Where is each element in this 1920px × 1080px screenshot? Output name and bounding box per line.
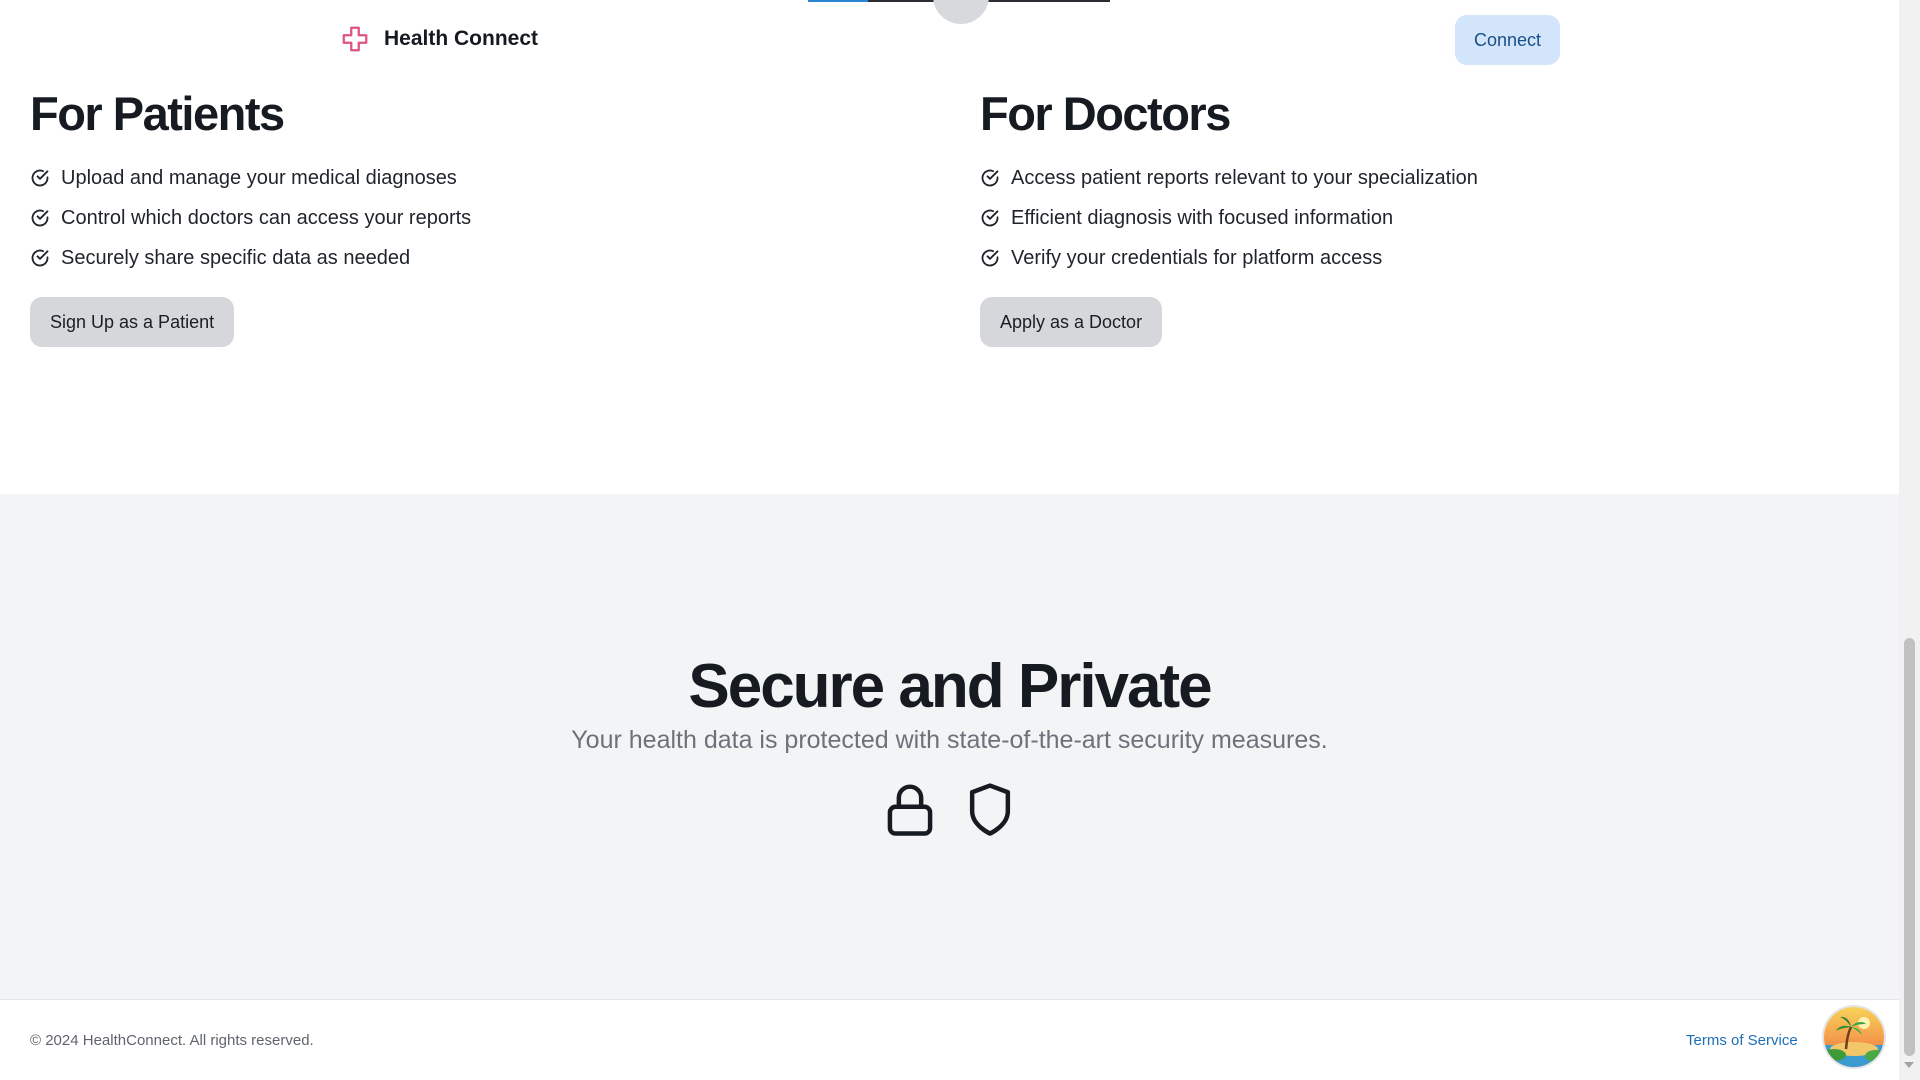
list-item: Upload and manage your medical diagnoses <box>30 158 930 198</box>
connect-button[interactable]: Connect <box>1455 15 1560 65</box>
list-item: Verify your credentials for platform acc… <box>980 238 1880 278</box>
medical-cross-icon <box>342 26 368 52</box>
list-item-label: Verify your credentials for platform acc… <box>1011 246 1383 269</box>
list-item: Access patient reports relevant to your … <box>980 158 1880 198</box>
list-item: Control which doctors can access your re… <box>30 198 930 238</box>
check-circle-icon <box>981 169 999 187</box>
vertical-scrollbar[interactable] <box>1899 0 1920 1080</box>
doctors-title: For Doctors <box>980 87 1231 140</box>
doctors-feature-list: Access patient reports relevant to your … <box>980 158 1880 278</box>
list-item-label: Efficient diagnosis with focused informa… <box>1011 206 1394 229</box>
scrollbar-thumb[interactable] <box>1904 638 1915 1056</box>
list-item: Efficient diagnosis with focused informa… <box>980 198 1880 238</box>
footer: © 2024 HealthConnect. All rights reserve… <box>0 999 1899 1080</box>
sign-up-patient-button[interactable]: Sign Up as a Patient <box>30 297 235 347</box>
list-item-label: Upload and manage your medical diagnoses <box>61 166 457 189</box>
brand-name: Health Connect <box>384 27 539 50</box>
check-circle-icon <box>31 249 49 267</box>
check-circle-icon <box>31 169 49 187</box>
list-item-label: Securely share specific data as needed <box>61 246 411 269</box>
patients-feature-list: Upload and manage your medical diagnoses… <box>30 158 930 278</box>
shield-icon <box>969 783 1010 836</box>
brand[interactable]: Health Connect <box>340 24 538 54</box>
secure-subtitle: Your health data is protected with state… <box>571 726 1328 754</box>
avatar[interactable] <box>1824 1007 1884 1067</box>
tropical-island-icon <box>1824 1007 1884 1067</box>
list-item: Securely share specific data as needed <box>30 238 930 278</box>
list-item-label: Control which doctors can access your re… <box>61 206 472 229</box>
top-header: Health Connect Connect <box>0 0 1899 82</box>
patients-section: For Patients Upload and manage your medi… <box>30 82 930 347</box>
lock-icon <box>887 784 932 836</box>
page: Health Connect Connect For Patients Uplo… <box>0 0 1920 1080</box>
list-item-label: Access patient reports relevant to your … <box>1011 166 1478 189</box>
tab-indicator-active <box>808 0 868 2</box>
check-circle-icon <box>31 209 49 227</box>
check-circle-icon <box>981 209 999 227</box>
doctors-section: For Doctors Access patient reports relev… <box>980 82 1880 347</box>
patients-title: For Patients <box>30 87 285 140</box>
check-circle-icon <box>981 249 999 267</box>
copyright-text: © 2024 HealthConnect. All rights reserve… <box>30 1032 314 1049</box>
floating-handle[interactable] <box>933 0 989 24</box>
secure-section: Secure and Private Your health data is p… <box>0 494 1899 999</box>
security-icons <box>0 780 1899 838</box>
terms-of-service-link[interactable]: Terms of Service <box>1686 1032 1798 1049</box>
secure-title: Secure and Private <box>688 652 1212 721</box>
scroll-down-arrow-icon[interactable] <box>1904 1062 1914 1068</box>
apply-doctor-button[interactable]: Apply as a Doctor <box>980 297 1163 347</box>
